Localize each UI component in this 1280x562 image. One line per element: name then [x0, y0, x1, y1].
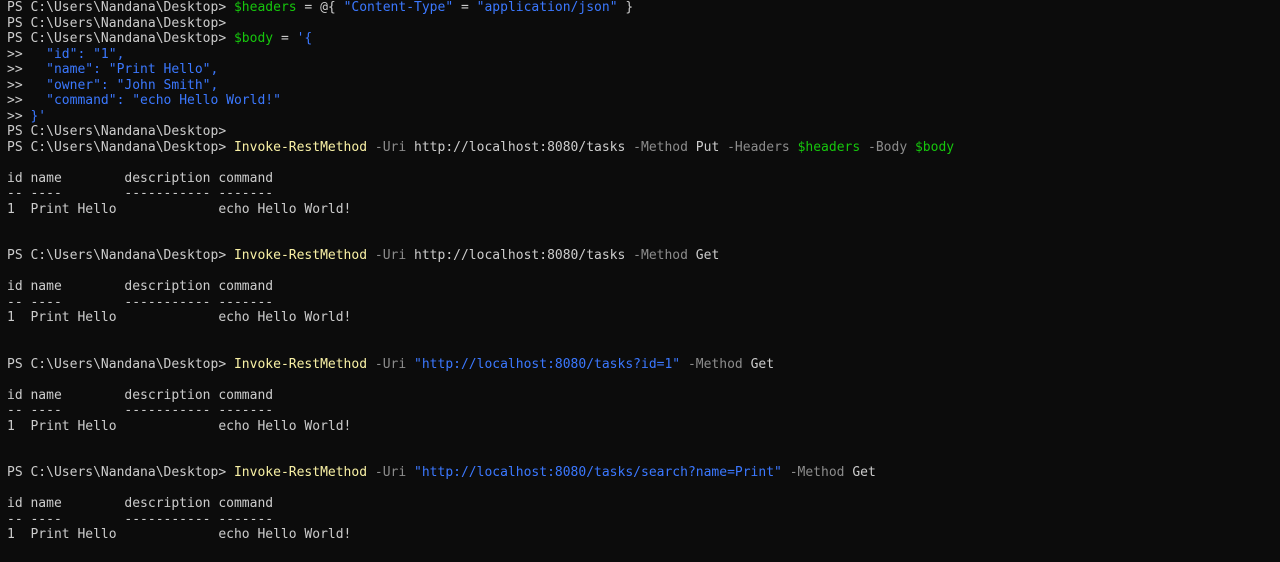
- terminal-text-var: $headers: [233, 0, 297, 15]
- terminal-text-str: "http://localhost:8080/tasks?id=1": [414, 356, 681, 372]
- terminal-text-str: "id": "1",: [30, 46, 125, 62]
- terminal-line: id name description command: [7, 171, 1280, 187]
- terminal-text-cmd: Invoke-RestMethod: [233, 248, 368, 263]
- terminal-text-var: $body: [914, 139, 955, 155]
- terminal-text-str: "command": "echo Hello World!": [30, 93, 281, 108]
- terminal-line: PS C:\Users\Nandana\Desktop> Invoke-Rest…: [7, 140, 1280, 156]
- terminal-text-param: -Uri: [367, 139, 415, 155]
- terminal-text-default: PS C:\Users\Nandana\Desktop>: [7, 124, 227, 139]
- terminal-line: -- ---- ----------- -------: [7, 295, 1280, 311]
- terminal-text-default: Get: [750, 356, 775, 372]
- terminal-text-param: -Method: [625, 248, 696, 263]
- terminal-line: 1 Print Hello echo Hello World!: [7, 527, 1280, 543]
- terminal-text-default: 1 Print Hello echo Hello World!: [7, 310, 352, 325]
- terminal-line: 1 Print Hello echo Hello World!: [7, 419, 1280, 435]
- terminal-text-default: 1 Print Hello echo Hello World!: [7, 201, 352, 217]
- terminal-text-op: =: [273, 31, 297, 46]
- terminal-text-default: id name description command: [7, 496, 274, 511]
- terminal-text-op: }: [617, 0, 634, 15]
- terminal-line: 1 Print Hello echo Hello World!: [7, 310, 1280, 326]
- terminal-text-var: $body: [233, 31, 274, 46]
- terminal-line: id name description command: [7, 496, 1280, 512]
- terminal-text-cmd: Invoke-RestMethod: [233, 356, 368, 372]
- terminal-text-str: }': [30, 108, 47, 124]
- terminal-text-default: PS C:\Users\Nandana\Desktop>: [7, 139, 234, 155]
- terminal-text-default: PS C:\Users\Nandana\Desktop>: [7, 356, 234, 372]
- terminal-line: >> "id": "1",: [7, 47, 1280, 63]
- terminal-text-default: PS C:\Users\Nandana\Desktop>: [7, 0, 234, 15]
- terminal-line: PS C:\Users\Nandana\Desktop> $headers = …: [7, 0, 1280, 16]
- terminal-text-default: -- ---- ----------- -------: [7, 403, 274, 418]
- terminal-text-op: = @{: [296, 0, 344, 15]
- terminal-text-param: -Uri: [367, 248, 415, 263]
- terminal-line: >> "name": "Print Hello",: [7, 62, 1280, 78]
- terminal-text-str: "name": "Print Hello",: [30, 62, 219, 77]
- terminal-text-default: -- ---- ----------- -------: [7, 511, 274, 527]
- terminal-line: PS C:\Users\Nandana\Desktop>: [7, 16, 1280, 32]
- terminal-line: >> "owner": "John Smith",: [7, 78, 1280, 94]
- terminal-output[interactable]: PS C:\Users\Nandana\Desktop> $headers = …: [0, 0, 1280, 562]
- terminal-line: -- ---- ----------- -------: [7, 403, 1280, 419]
- terminal-text-default: -- ---- ----------- -------: [7, 186, 274, 201]
- terminal-line: -- ---- ----------- -------: [7, 512, 1280, 528]
- terminal-text-var: $headers: [797, 139, 861, 155]
- terminal-text-param: -Body: [860, 139, 915, 155]
- terminal-text-default: id name description command: [7, 170, 274, 186]
- terminal-text-default: Put: [695, 139, 720, 155]
- terminal-text-cmd: Invoke-RestMethod: [233, 139, 368, 155]
- terminal-text-str: "http://localhost:8080/tasks/search?name…: [414, 465, 782, 480]
- terminal-text-default: PS C:\Users\Nandana\Desktop>: [7, 248, 234, 263]
- terminal-text-param: -Headers: [719, 139, 798, 155]
- terminal-line: PS C:\Users\Nandana\Desktop> Invoke-Rest…: [7, 248, 1280, 264]
- terminal-line: >> }': [7, 109, 1280, 125]
- terminal-text-param: -Method: [625, 139, 696, 155]
- terminal-text-param: -Method: [680, 356, 751, 372]
- terminal-text-default: PS C:\Users\Nandana\Desktop>: [7, 31, 234, 46]
- terminal-text-default: PS C:\Users\Nandana\Desktop>: [7, 465, 234, 480]
- terminal-text-default: Get: [695, 248, 720, 263]
- terminal-line: PS C:\Users\Nandana\Desktop>: [7, 124, 1280, 140]
- terminal-line: id name description command: [7, 279, 1280, 295]
- terminal-text-default: Get: [852, 465, 876, 480]
- terminal-text-default: id name description command: [7, 387, 274, 403]
- terminal-line: PS C:\Users\Nandana\Desktop> Invoke-Rest…: [7, 465, 1280, 481]
- terminal-text-default: http://localhost:8080/tasks: [414, 248, 626, 263]
- terminal-text-str: "owner": "John Smith",: [30, 77, 219, 93]
- terminal-text-default: >>: [7, 93, 31, 108]
- terminal-text-default: >>: [7, 77, 31, 93]
- terminal-text-str: '{: [296, 31, 313, 46]
- terminal-text-cmd: Invoke-RestMethod: [233, 465, 368, 480]
- terminal-line: -- ---- ----------- -------: [7, 186, 1280, 202]
- terminal-line: id name description command: [7, 388, 1280, 404]
- terminal-text-default: >>: [7, 62, 31, 77]
- terminal-text-default: PS C:\Users\Nandana\Desktop>: [7, 15, 227, 31]
- terminal-line: PS C:\Users\Nandana\Desktop> Invoke-Rest…: [7, 357, 1280, 373]
- terminal-text-default: >>: [7, 46, 31, 62]
- terminal-text-default: id name description command: [7, 279, 274, 294]
- terminal-text-default: http://localhost:8080/tasks: [414, 139, 626, 155]
- terminal-line: >> "command": "echo Hello World!": [7, 93, 1280, 109]
- terminal-text-default: >>: [7, 108, 31, 124]
- terminal-line: PS C:\Users\Nandana\Desktop> $body = '{: [7, 31, 1280, 47]
- terminal-text-op: =: [453, 0, 477, 15]
- terminal-text-str: "application/json": [476, 0, 618, 15]
- terminal-text-default: -- ---- ----------- -------: [7, 294, 274, 310]
- terminal-text-default: 1 Print Hello echo Hello World!: [7, 418, 352, 434]
- terminal-text-param: -Uri: [367, 356, 415, 372]
- terminal-text-default: 1 Print Hello echo Hello World!: [7, 527, 352, 542]
- terminal-text-param: -Uri: [367, 465, 415, 480]
- terminal-line: 1 Print Hello echo Hello World!: [7, 202, 1280, 218]
- terminal-text-param: -Method: [781, 465, 853, 480]
- terminal-text-str: "Content-Type": [343, 0, 454, 15]
